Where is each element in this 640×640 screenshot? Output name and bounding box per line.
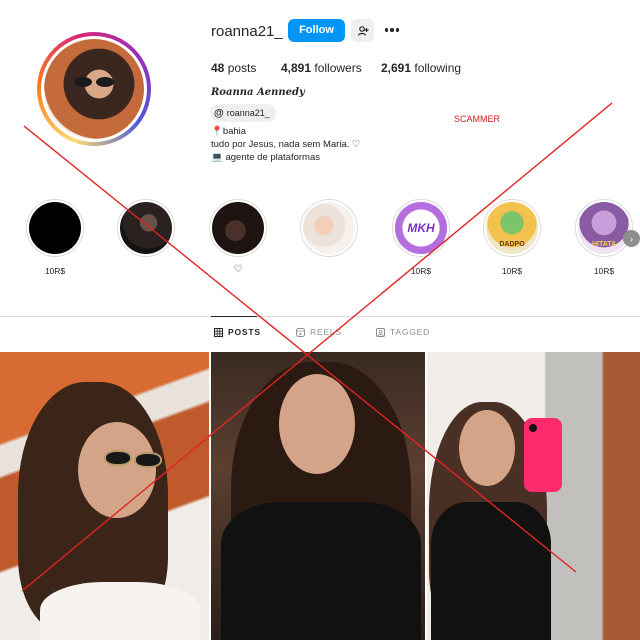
add-person-icon (357, 25, 368, 36)
post-white-top (40, 582, 200, 640)
posts-count: 48 posts (211, 61, 256, 75)
highlight-image (29, 202, 81, 254)
threads-handle: roanna21_ (226, 108, 270, 118)
highlight-label (117, 266, 175, 276)
posts-label: posts (227, 61, 257, 75)
highlight-image: MKH (395, 202, 447, 254)
highlight-image: HITATA (578, 202, 630, 254)
sunglasses-right-lens (96, 77, 114, 87)
highlight-4[interactable] (300, 199, 358, 276)
suggest-account-button[interactable] (351, 19, 374, 42)
tab-tagged[interactable]: TAGGED (376, 327, 430, 337)
highlight-2[interactable] (117, 199, 175, 276)
highlight-image (212, 202, 264, 254)
phone-icon (524, 418, 562, 492)
highlight-cover (26, 199, 84, 257)
avatar-border (41, 36, 147, 142)
tab-posts[interactable]: POSTS (214, 327, 261, 337)
highlight-image (303, 202, 355, 254)
highlight-cover (300, 199, 358, 257)
more-options-button[interactable] (381, 22, 403, 38)
highlight-image: DADPO (486, 202, 538, 254)
tab-reels[interactable]: REELS (296, 327, 342, 337)
avatar-photo (44, 39, 144, 139)
highlight-cover (117, 199, 175, 257)
leopard-logo-text: HITATA (591, 241, 617, 248)
highlight-cover (209, 199, 267, 257)
highlights-next-button[interactable]: › (623, 230, 640, 247)
followers-label: followers (314, 61, 362, 75)
more-dot-icon (395, 28, 400, 32)
highlight-cover: DADPO (483, 199, 541, 257)
following-label: following (414, 61, 462, 75)
highlight-3[interactable]: ♡ (209, 199, 267, 275)
sunglasses-left-lens (74, 77, 92, 87)
post-shirt (431, 502, 551, 640)
sunglasses-icon (104, 450, 132, 466)
tabs-divider (0, 316, 640, 317)
highlight-1[interactable]: 10R$ (26, 199, 84, 276)
post-face (78, 422, 156, 518)
scammer-annotation: SCAMMER (454, 114, 501, 124)
post-face (459, 410, 515, 486)
threads-icon: @ (214, 107, 224, 119)
post-thumbnail[interactable] (0, 352, 209, 640)
highlight-label: 10R$ (593, 266, 615, 276)
post-face (279, 374, 355, 474)
bio: 📍bahia tudo por Jesus, nada sem Maria. ♡… (211, 125, 361, 164)
highlight-label: 10R$ (44, 266, 66, 276)
full-name: Roanna Aennedy (211, 87, 305, 98)
chevron-right-icon: › (630, 233, 633, 244)
tab-label: TAGGED (390, 327, 431, 337)
highlight-label (300, 266, 358, 276)
grid-icon (214, 327, 223, 337)
post-thumbnail[interactable] (427, 352, 640, 640)
dragon-logo-text: DADPO (499, 241, 525, 248)
highlight-5[interactable]: MKH 10R$ (392, 199, 450, 276)
active-tab-indicator (211, 316, 257, 317)
tagged-icon (376, 327, 385, 337)
sunglasses-icon (134, 452, 162, 468)
highlight-label: 10R$ (501, 266, 523, 276)
mkh-logo-text: MKH (407, 221, 435, 235)
bio-line: 📍bahia (211, 126, 247, 137)
following-value: 2,691 (381, 61, 412, 75)
posts-value: 48 (211, 61, 225, 75)
heart-icon: ♡ (233, 264, 243, 275)
highlight-cover: HITATA (575, 199, 633, 257)
username: roanna21_ (211, 23, 283, 40)
follow-button[interactable]: Follow (288, 19, 345, 42)
tab-label: POSTS (228, 327, 261, 337)
highlight-cover: MKH (392, 199, 450, 257)
followers-link[interactable]: 4,891 followers (281, 61, 362, 75)
bio-line: 💻 agente de plataformas (211, 152, 321, 163)
reels-icon (296, 327, 305, 337)
threads-badge[interactable]: @ roanna21_ (210, 104, 276, 122)
post-shirt (221, 502, 421, 640)
highlight-label: 10R$ (410, 266, 432, 276)
more-dot-icon (384, 28, 389, 32)
following-link[interactable]: 2,691 following (381, 61, 461, 75)
profile-avatar[interactable] (37, 32, 151, 146)
tab-label: REELS (310, 327, 342, 337)
more-dot-icon (390, 28, 394, 32)
followers-value: 4,891 (281, 61, 312, 75)
bio-line: tudo por Jesus, nada sem Maria. ♡ (211, 139, 361, 150)
highlight-image (120, 202, 172, 254)
post-thumbnail[interactable] (211, 352, 425, 640)
highlight-6[interactable]: DADPO 10R$ (483, 199, 541, 276)
